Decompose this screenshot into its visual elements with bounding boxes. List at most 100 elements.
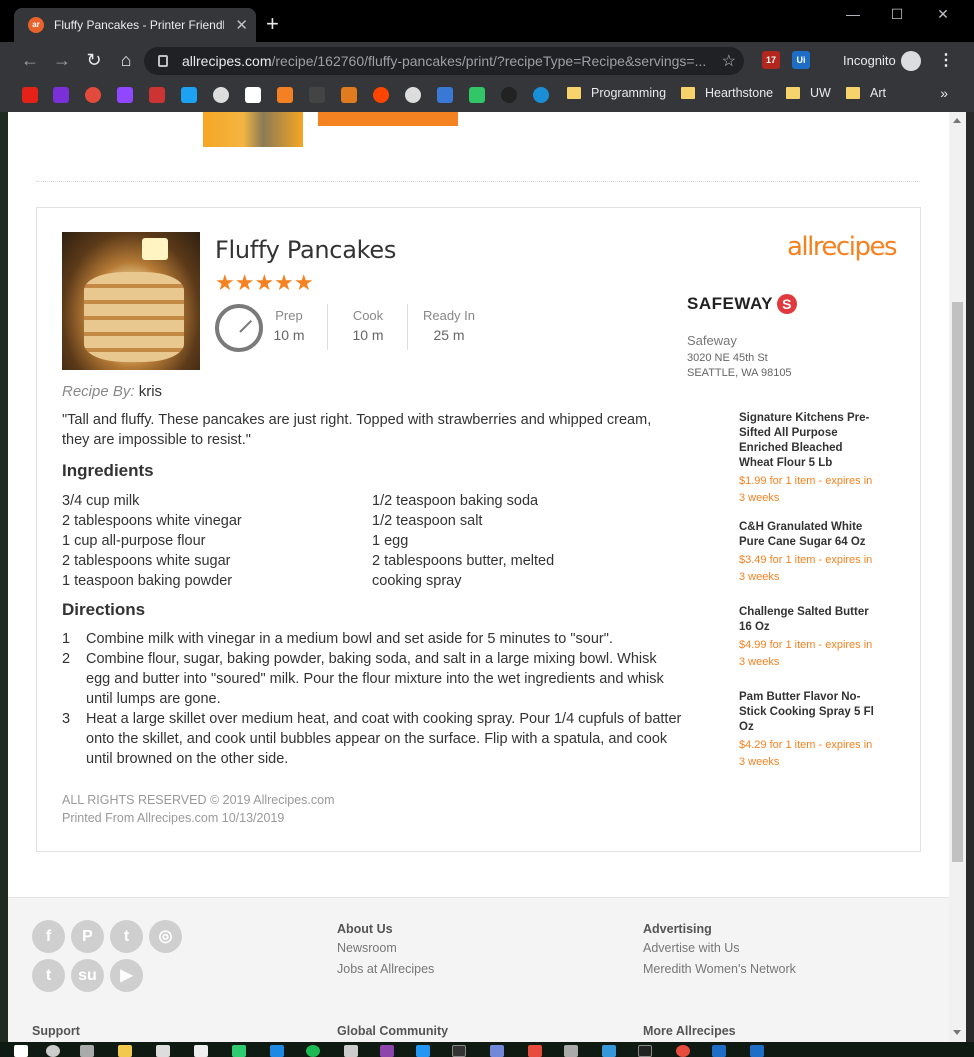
app-icon[interactable] bbox=[270, 1045, 284, 1057]
ui-app-icon[interactable] bbox=[750, 1045, 764, 1057]
youtube-icon[interactable]: ▶ bbox=[110, 959, 143, 992]
l-bookmark-icon[interactable] bbox=[341, 87, 357, 103]
file-explorer-icon[interactable] bbox=[118, 1045, 132, 1057]
about-us-heading[interactable]: About Us bbox=[337, 922, 393, 936]
deal-item[interactable]: Challenge Salted Butter 16 Oz $4.99 for … bbox=[739, 605, 879, 671]
scrollbar-thumb[interactable] bbox=[952, 302, 963, 862]
advertise-link[interactable]: Advertise with Us bbox=[643, 941, 740, 955]
butter-pat-image bbox=[142, 238, 168, 260]
minimize-button[interactable]: — bbox=[830, 6, 876, 22]
ui-extension-icon[interactable]: Ui bbox=[792, 51, 810, 69]
promo-banner[interactable] bbox=[318, 112, 458, 126]
twitch-prime-bookmark-icon[interactable] bbox=[53, 87, 69, 103]
more-bookmarks-icon[interactable]: » bbox=[940, 85, 948, 101]
tab-strip: ar Fluffy Pancakes - Printer Friendly ✕ … bbox=[0, 0, 974, 42]
stackoverflow-bookmark-icon[interactable] bbox=[277, 87, 293, 103]
globe-bookmark-icon[interactable] bbox=[213, 87, 229, 103]
close-window-button[interactable]: ✕ bbox=[920, 6, 966, 23]
new-tab-button[interactable]: + bbox=[266, 13, 279, 35]
bookmark-folder-hearthstone[interactable]: Hearthstone bbox=[681, 86, 773, 100]
scroll-down-icon[interactable] bbox=[953, 1030, 961, 1035]
twitter-icon[interactable]: t bbox=[110, 920, 143, 953]
discord-icon[interactable] bbox=[490, 1045, 504, 1057]
app-icon[interactable] bbox=[344, 1045, 358, 1057]
advertising-heading[interactable]: Advertising bbox=[643, 922, 712, 936]
h-bookmark-icon[interactable] bbox=[149, 87, 165, 103]
address-bar[interactable]: allrecipes.com /recipe/162760/fluffy-pan… bbox=[144, 47, 744, 75]
epic-games-icon[interactable] bbox=[638, 1045, 652, 1057]
vertical-scrollbar[interactable] bbox=[949, 112, 966, 1042]
doc-bookmark-icon[interactable] bbox=[437, 87, 453, 103]
twitch-bookmark-icon[interactable] bbox=[117, 87, 133, 103]
ingredients-heading: Ingredients bbox=[62, 461, 154, 480]
steam-icon[interactable] bbox=[564, 1045, 578, 1057]
close-tab-icon[interactable]: ✕ bbox=[235, 16, 248, 34]
browser-menu-icon[interactable]: ⋮ bbox=[938, 50, 954, 70]
bookmark-folder-uw[interactable]: UW bbox=[786, 86, 831, 100]
globe2-bookmark-icon[interactable] bbox=[405, 87, 421, 103]
intellij-icon[interactable] bbox=[452, 1045, 466, 1057]
extension-badge-icon[interactable]: 17 bbox=[762, 51, 780, 69]
recipe-description: "Tall and fluffy. These pancakes are jus… bbox=[62, 412, 652, 448]
step-text: Combine flour, sugar, baking powder, bak… bbox=[86, 651, 664, 707]
womens-network-link[interactable]: Meredith Women's Network bbox=[643, 962, 796, 976]
app-icon[interactable] bbox=[602, 1045, 616, 1057]
lock-icon bbox=[158, 55, 168, 67]
app-icon[interactable] bbox=[232, 1045, 246, 1057]
store-icon[interactable] bbox=[156, 1045, 170, 1057]
amazon-bookmark-icon[interactable] bbox=[245, 87, 261, 103]
cookbook-promo-image[interactable] bbox=[203, 112, 303, 147]
copyright-text: ALL RIGHTS RESERVED © 2019 Allrecipes.co… bbox=[62, 793, 335, 807]
back-button[interactable]: ← bbox=[18, 50, 42, 71]
visual-studio-icon[interactable] bbox=[380, 1045, 394, 1057]
app-icon[interactable] bbox=[528, 1045, 542, 1057]
directions-heading: Directions bbox=[62, 600, 146, 619]
scroll-up-icon[interactable] bbox=[953, 118, 961, 123]
reload-button[interactable]: ↻ bbox=[82, 50, 106, 71]
forward-button[interactable]: → bbox=[50, 50, 74, 71]
deal-item[interactable]: Signature Kitchens Pre-Sifted All Purpos… bbox=[739, 411, 879, 507]
facebook-icon[interactable]: f bbox=[32, 920, 65, 953]
incognito-icon[interactable] bbox=[901, 51, 921, 71]
tumblr-icon[interactable]: t bbox=[32, 959, 65, 992]
printed-from-text: Printed From Allrecipes.com 10/13/2019 bbox=[62, 811, 285, 825]
maximize-button[interactable]: ☐ bbox=[874, 6, 920, 23]
instagram-icon[interactable]: ◎ bbox=[149, 920, 182, 953]
time-divider bbox=[407, 304, 408, 350]
chrome-icon[interactable] bbox=[676, 1045, 690, 1057]
twitter-bookmark-icon[interactable] bbox=[181, 87, 197, 103]
windows-start-icon[interactable] bbox=[14, 1045, 28, 1057]
stumbleupon-icon[interactable]: su bbox=[71, 959, 104, 992]
h-green-bookmark-icon[interactable] bbox=[469, 87, 485, 103]
newsroom-link[interactable]: Newsroom bbox=[337, 941, 397, 955]
folder-icon bbox=[786, 87, 800, 99]
task-view-icon[interactable] bbox=[80, 1045, 94, 1057]
global-community-heading[interactable]: Global Community bbox=[337, 1024, 448, 1038]
deal-item[interactable]: Pam Butter Flavor No-Stick Cooking Spray… bbox=[739, 690, 879, 771]
bookmark-folder-label: Art bbox=[870, 86, 886, 100]
search-icon[interactable] bbox=[46, 1045, 60, 1057]
reddit-like-bookmark-icon[interactable] bbox=[85, 87, 101, 103]
youtube-bookmark-icon[interactable] bbox=[22, 87, 38, 103]
bookmark-folder-art[interactable]: Art bbox=[846, 86, 886, 100]
reddit-bookmark-icon[interactable] bbox=[373, 87, 389, 103]
mail-icon[interactable] bbox=[194, 1045, 208, 1057]
spotify-icon[interactable] bbox=[306, 1045, 320, 1057]
browser-tab[interactable]: ar Fluffy Pancakes - Printer Friendly ✕ bbox=[14, 8, 256, 42]
dark-bookmark-icon[interactable] bbox=[501, 87, 517, 103]
home-button[interactable]: ⌂ bbox=[114, 50, 138, 71]
layers-bookmark-icon[interactable] bbox=[309, 87, 325, 103]
ui-app-icon[interactable] bbox=[712, 1045, 726, 1057]
vscode-icon[interactable] bbox=[416, 1045, 430, 1057]
url-host: allrecipes.com bbox=[182, 53, 272, 69]
pinterest-icon[interactable]: P bbox=[71, 920, 104, 953]
tab-title: Fluffy Pancakes - Printer Friendly bbox=[54, 18, 224, 32]
support-heading[interactable]: Support bbox=[32, 1024, 80, 1038]
jobs-link[interactable]: Jobs at Allrecipes bbox=[337, 962, 434, 976]
recipe-byline: Recipe By: kris bbox=[62, 383, 162, 400]
deal-item[interactable]: C&H Granulated White Pure Cane Sugar 64 … bbox=[739, 520, 879, 586]
d-bookmark-icon[interactable] bbox=[533, 87, 549, 103]
bookmark-folder-programming[interactable]: Programming bbox=[567, 86, 666, 100]
more-allrecipes-heading[interactable]: More Allrecipes bbox=[643, 1024, 736, 1038]
bookmark-star-icon[interactable]: ☆ bbox=[722, 51, 736, 71]
